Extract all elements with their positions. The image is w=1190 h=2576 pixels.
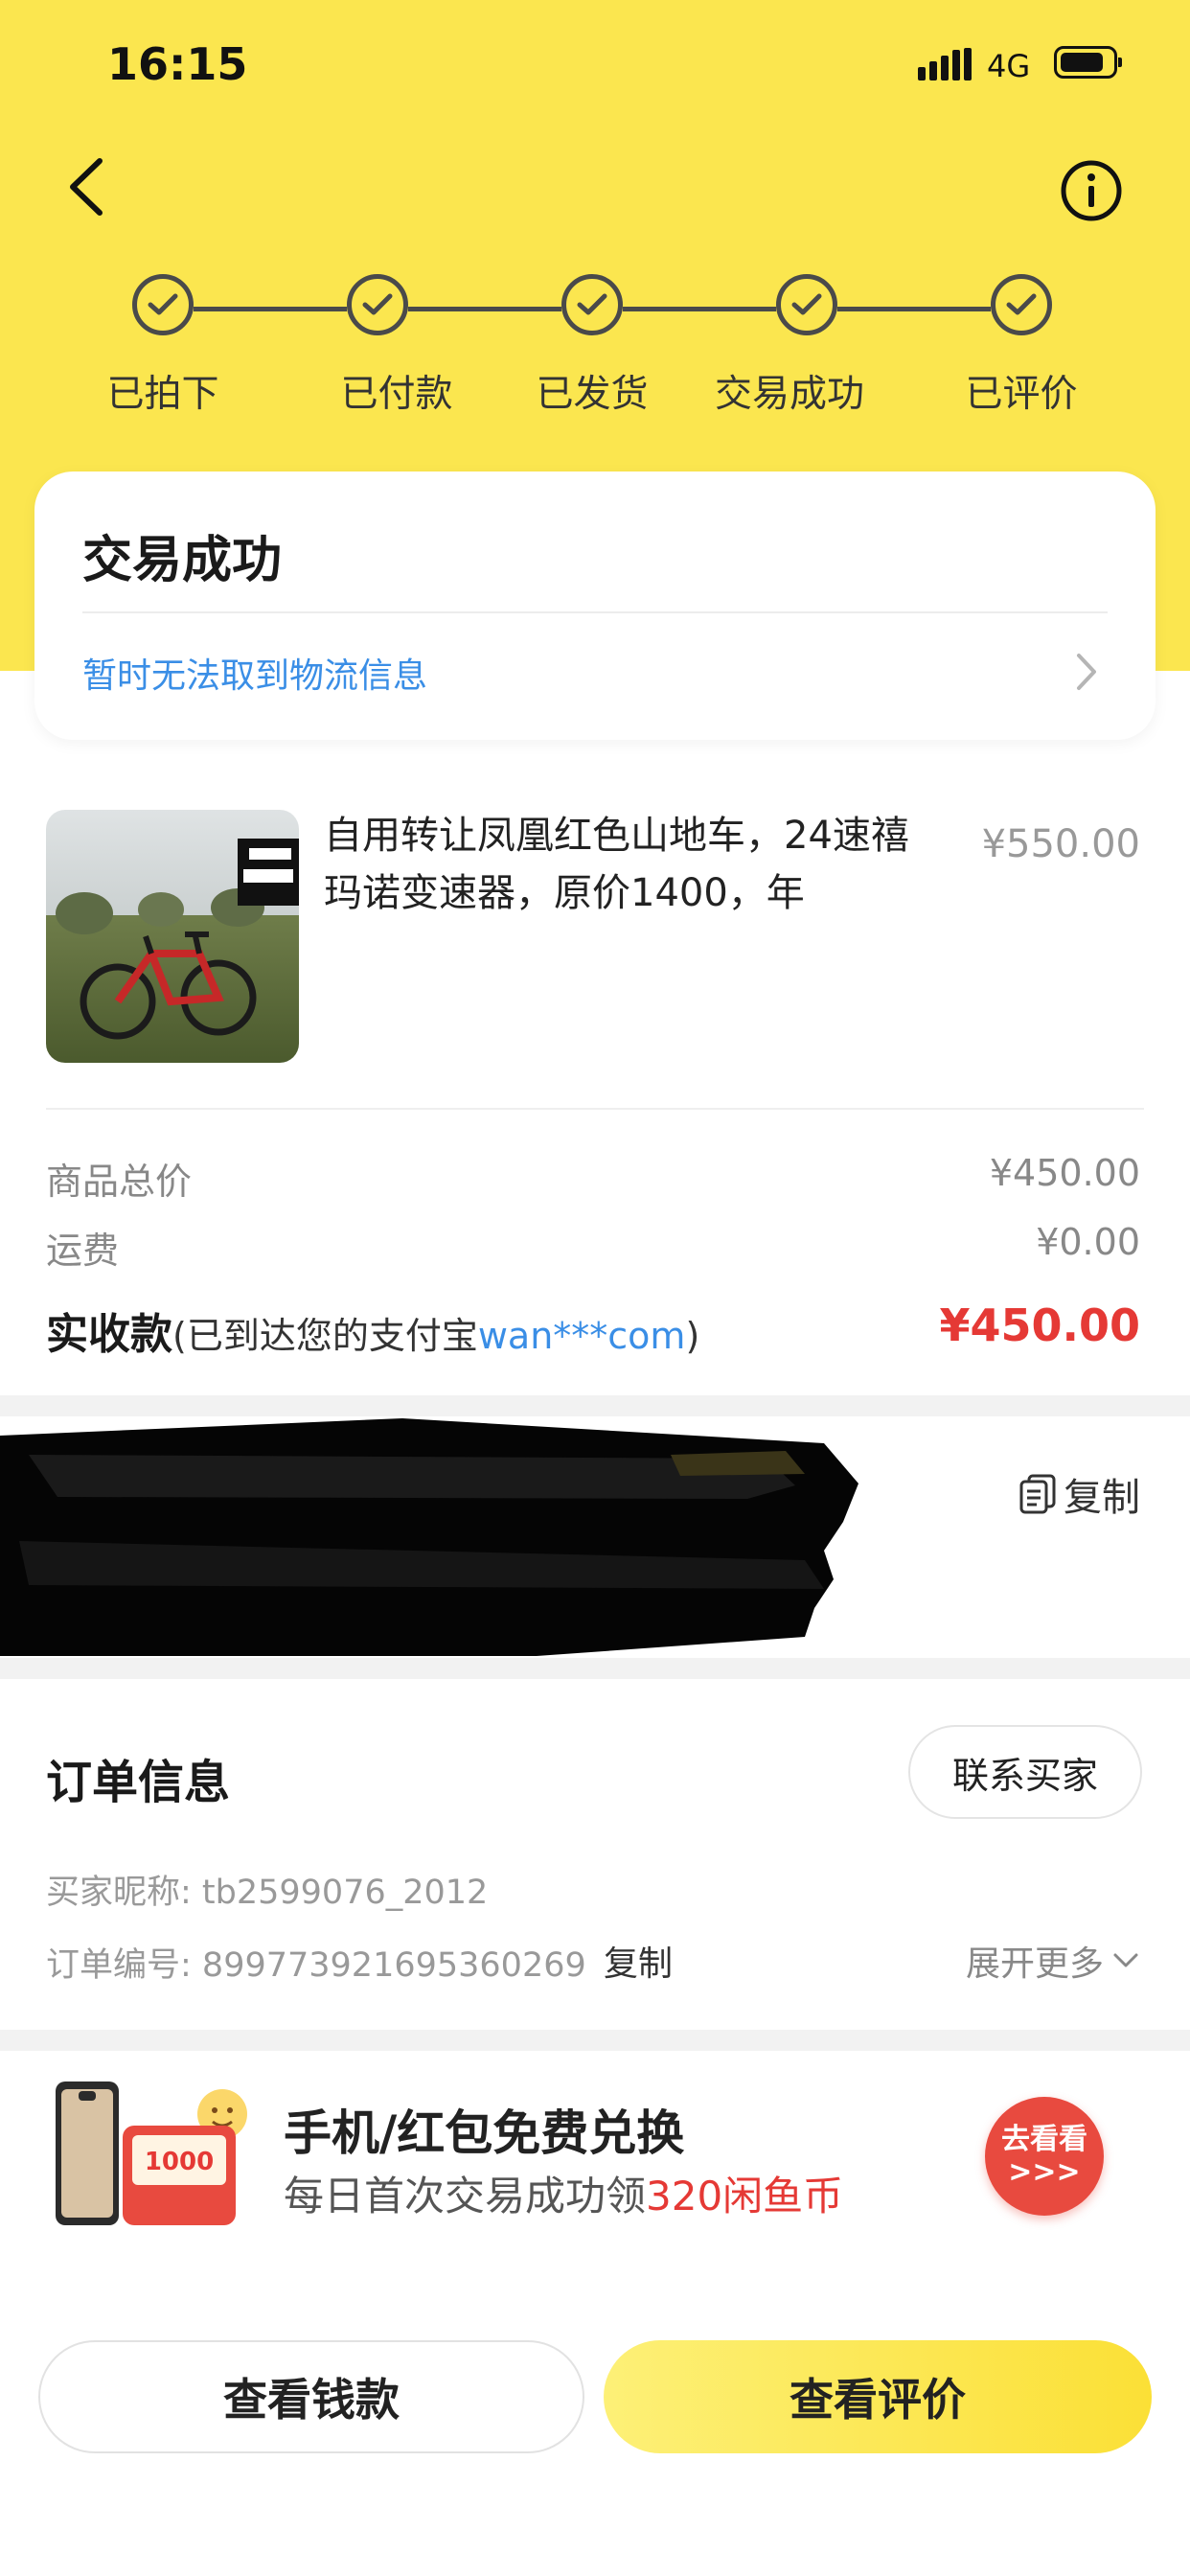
section-gap <box>0 1395 1190 1416</box>
alipay-account: wan***com <box>477 1315 686 1357</box>
promo-subtitle: 每日首次交易成功领320闲鱼币 <box>284 2164 843 2222</box>
signal-icon <box>918 48 972 80</box>
check-icon <box>132 274 194 335</box>
section-gap <box>0 1658 1190 1679</box>
promo-go-label: 去看看 <box>1001 2123 1087 2156</box>
promo-phone-redpacket-image[interactable]: 1000 <box>52 2078 253 2233</box>
expand-more-button[interactable]: 展开更多 <box>966 1936 1140 1986</box>
contact-buyer-button[interactable]: 联系买家 <box>908 1725 1142 1819</box>
order-info-title: 订单信息 <box>46 1756 231 1809</box>
view-payment-button[interactable]: 查看钱款 <box>38 2340 584 2453</box>
subtotal-value: ¥450.00 <box>989 1152 1140 1194</box>
order-number: 订单编号: 899773921695360269 <box>46 1938 586 1987</box>
divider <box>82 611 1108 613</box>
received-amount-label: 实收款(已到达您的支付宝wan***com) <box>46 1300 699 1361</box>
chevron-right-icon[interactable] <box>1073 650 1100 694</box>
logistics-link[interactable]: 暂时无法取到物流信息 <box>82 648 427 698</box>
step-label-ordered: 已拍下 <box>106 373 219 416</box>
product-image[interactable] <box>46 810 299 1063</box>
received-note-suffix: ) <box>685 1315 700 1357</box>
promo-coin-reward: 320闲鱼币 <box>646 2173 844 2220</box>
check-icon <box>776 274 837 335</box>
back-icon[interactable] <box>57 153 115 220</box>
redaction-scribble <box>0 1418 858 1656</box>
product-title[interactable]: 自用转让凤凰红色山地车，24速禧玛诺变速器，原价1400，年 <box>324 807 918 922</box>
promo-title[interactable]: 手机/红包免费兑换 <box>284 2095 684 2164</box>
step-connector <box>623 307 776 311</box>
check-icon <box>347 274 408 335</box>
divider <box>46 1108 1144 1110</box>
received-note-prefix: (已到达您的支付宝 <box>172 1315 478 1357</box>
step-label-paid: 已付款 <box>340 373 453 416</box>
step-connector <box>194 307 347 311</box>
step-label-shipped: 已发货 <box>536 373 649 416</box>
buyer-nickname: 买家昵称: tb2599076_2012 <box>46 1865 488 1914</box>
promo-go-arrows: >>> <box>1008 2155 1081 2189</box>
buyer-nickname-value: tb2599076_2012 <box>201 1874 489 1912</box>
trade-status-card: 交易成功 暂时无法取到物流信息 <box>34 472 1156 740</box>
received-label: 实收款 <box>46 1310 172 1359</box>
chevron-down-icon <box>1113 1953 1138 1967</box>
shipping-value: ¥0.00 <box>1036 1221 1140 1263</box>
step-label-completed: 交易成功 <box>714 373 865 416</box>
info-icon[interactable] <box>1058 157 1125 224</box>
shipping-label: 运费 <box>46 1230 120 1272</box>
network-type: 4G <box>987 48 1031 84</box>
copy-order-number-button[interactable]: 复制 <box>604 1936 673 1986</box>
battery-icon <box>1054 46 1122 79</box>
step-connector <box>837 307 991 311</box>
address-section-redacted <box>0 1416 1190 1658</box>
view-review-button[interactable]: 查看评价 <box>604 2340 1152 2453</box>
check-icon <box>561 274 623 335</box>
check-icon <box>991 274 1052 335</box>
expand-more-label: 展开更多 <box>965 1944 1104 1984</box>
status-time: 16:15 <box>107 38 248 90</box>
buyer-nickname-label: 买家昵称: <box>46 1874 202 1912</box>
order-number-value: 899773921695360269 <box>201 1946 586 1985</box>
copy-address-button[interactable]: 复制 <box>1019 1466 1140 1522</box>
promo-coupon-value: 1000 <box>145 2148 214 2176</box>
received-amount-value: ¥450.00 <box>939 1300 1140 1351</box>
order-number-label: 订单编号: <box>46 1946 202 1985</box>
trade-status-title: 交易成功 <box>82 532 283 589</box>
step-connector <box>408 307 561 311</box>
section-gap <box>0 2030 1190 2051</box>
promo-go-button[interactable]: 去看看 >>> <box>985 2097 1104 2216</box>
copy-icon <box>1019 1474 1056 1514</box>
product-price: ¥550.00 <box>981 822 1140 866</box>
order-progress: 已拍下 已付款 已发货 交易成功 已评价 <box>0 274 1190 418</box>
subtotal-label: 商品总价 <box>46 1161 193 1203</box>
copy-address-label: 复制 <box>1064 1476 1140 1520</box>
step-label-reviewed: 已评价 <box>965 373 1078 416</box>
promo-subtitle-prefix: 每日首次交易成功领 <box>284 2173 647 2220</box>
